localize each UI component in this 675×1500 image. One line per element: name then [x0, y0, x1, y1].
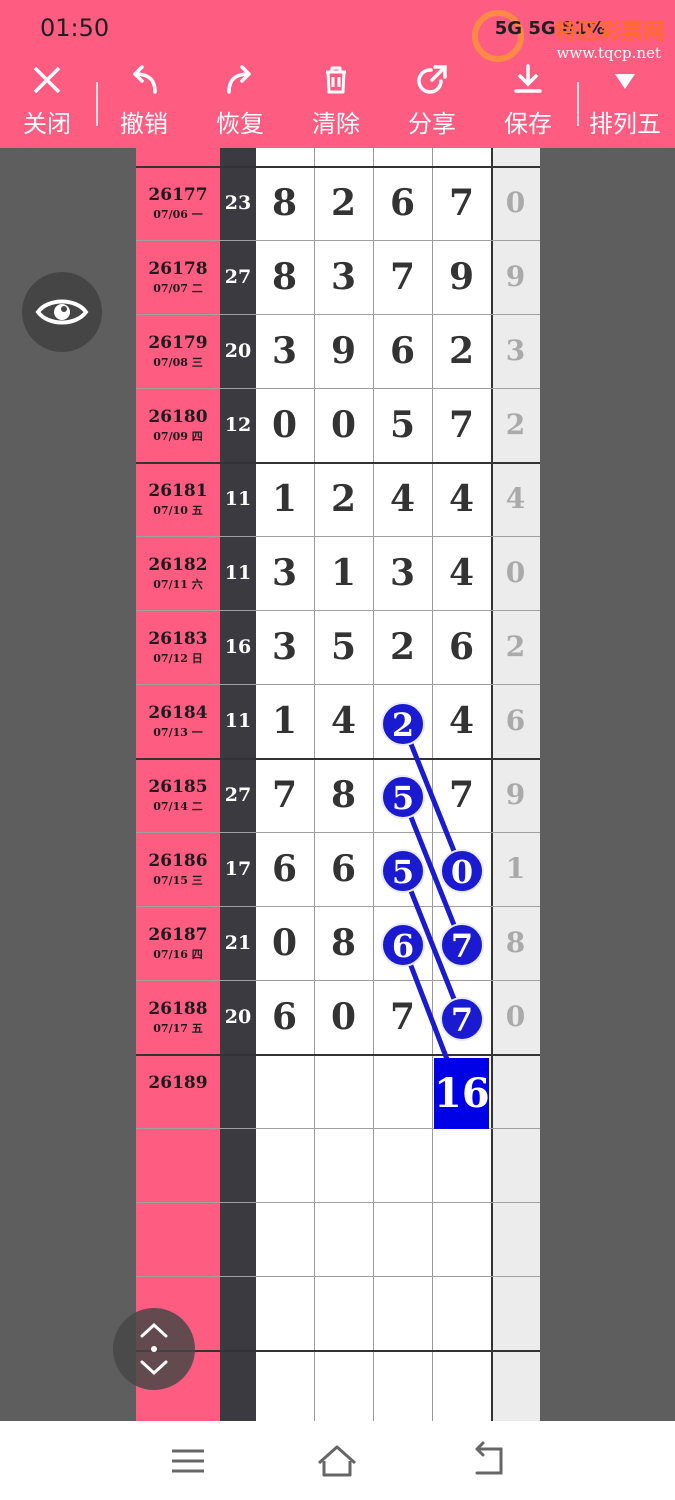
eye-icon: [35, 299, 89, 325]
scroll-toggle-button[interactable]: [113, 1308, 195, 1390]
marked-digit[interactable]: 7: [440, 997, 484, 1041]
back-button[interactable]: [463, 1439, 513, 1483]
marked-digit[interactable]: 5: [381, 775, 425, 819]
recent-apps-button[interactable]: [163, 1439, 213, 1483]
back-icon: [475, 1441, 503, 1475]
marked-digit[interactable]: 7: [440, 923, 484, 967]
home-icon: [318, 1445, 356, 1477]
prediction-cell[interactable]: 16: [434, 1058, 490, 1129]
chevron-up-down-icon: [140, 1322, 168, 1376]
toggle-visibility-button[interactable]: [22, 272, 102, 352]
marked-digit[interactable]: 6: [381, 923, 425, 967]
marked-digit[interactable]: 0: [440, 849, 484, 893]
home-button[interactable]: [312, 1439, 362, 1483]
menu-icon: [172, 1449, 204, 1473]
trend-lines: [400, 723, 465, 1081]
marked-digit[interactable]: 5: [381, 849, 425, 893]
marked-digit[interactable]: 2: [381, 702, 425, 746]
system-nav-bar: [0, 1421, 675, 1500]
